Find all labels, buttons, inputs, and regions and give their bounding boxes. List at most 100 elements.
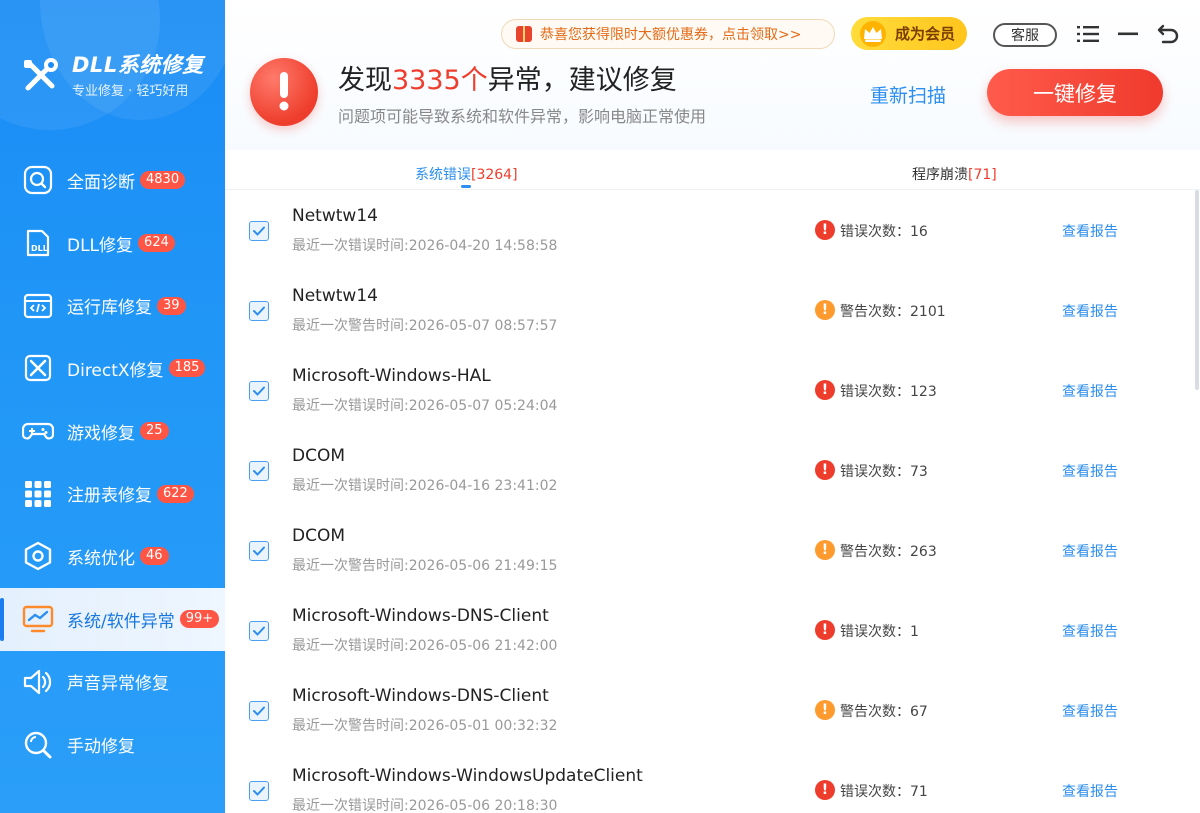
vip-label: 成为会员 [895, 25, 956, 43]
view-report-link[interactable]: 查看报告 [1062, 781, 1118, 801]
item-name: Microsoft-Windows-DNS-Client [292, 686, 549, 706]
count-badge: 99+ [179, 610, 220, 629]
svg-text:DLL: DLL [31, 244, 48, 253]
row-checkbox[interactable] [249, 301, 269, 321]
error-icon: ! [815, 780, 835, 800]
item-count: 错误次数：16 [840, 224, 928, 240]
view-report-link[interactable]: 查看报告 [1062, 621, 1118, 641]
sidebar-item-manual-repair[interactable]: 手动修复 [0, 713, 225, 776]
warning-icon: ! [815, 300, 835, 320]
count-badge: 4830 [140, 171, 186, 190]
hexagon-icon [22, 540, 54, 572]
list-item: Microsoft-Windows-DNS-Client 最近一次警告时间:20… [225, 670, 1195, 750]
sidebar-item-label: 系统/软件异常 [67, 611, 175, 632]
dll-file-icon: DLL [22, 227, 54, 259]
sidebar-item-registry-repair[interactable]: 注册表修复 622 [0, 462, 225, 525]
list-item: Microsoft-Windows-HAL 最近一次错误时间:2026-05-0… [225, 350, 1195, 430]
count-badge: 39 [157, 296, 186, 315]
tab-system-errors[interactable]: 系统错误[3264] [415, 164, 518, 188]
checkmark-icon [253, 466, 265, 476]
count-badge: 624 [138, 234, 175, 253]
magnifier-icon [22, 164, 54, 196]
menu-icon[interactable] [1076, 22, 1100, 46]
warning-icon: ! [815, 700, 835, 720]
list-item: Netwtw14 最近一次错误时间:2026-04-20 14:58:58 ! … [225, 190, 1195, 270]
list-item: Microsoft-Windows-DNS-Client 最近一次错误时间:20… [225, 590, 1195, 670]
checkmark-icon [253, 546, 265, 556]
view-report-link[interactable]: 查看报告 [1062, 221, 1118, 241]
warning-icon: ! [815, 540, 835, 560]
item-last-time: 最近一次错误时间:2026-04-20 14:58:58 [292, 238, 558, 254]
row-checkbox[interactable] [249, 381, 269, 401]
sidebar-item-directx-repair[interactable]: DirectX修复 185 [0, 337, 225, 400]
checkmark-icon [253, 386, 265, 396]
count-badge: 25 [140, 422, 169, 441]
sidebar-item-label: 游戏修复 [67, 423, 135, 444]
item-count: 警告次数：263 [840, 544, 937, 560]
view-report-link[interactable]: 查看报告 [1062, 301, 1118, 321]
rescan-button[interactable]: 重新扫描 [870, 81, 946, 108]
list-item: Netwtw14 最近一次警告时间:2026-05-07 08:57:57 ! … [225, 270, 1195, 350]
sidebar-item-label: DLL修复 [67, 235, 134, 256]
view-report-link[interactable]: 查看报告 [1062, 381, 1118, 401]
vip-button[interactable]: 成为会员 [851, 17, 967, 50]
sidebar-item-system-optimize[interactable]: 系统优化 46 [0, 525, 225, 588]
row-checkbox[interactable] [249, 541, 269, 561]
item-name: DCOM [292, 446, 346, 466]
sidebar-item-game-repair[interactable]: 游戏修复 25 [0, 400, 225, 463]
sidebar-item-label: 系统优化 [67, 548, 135, 569]
item-count: 错误次数：1 [840, 624, 919, 640]
error-icon: ! [815, 220, 835, 240]
summary-headline: 发现3335个异常，建议修复 [338, 58, 677, 97]
tab-count: [71] [968, 167, 997, 183]
sidebar-item-runtime-repair[interactable]: 运行库修复 39 [0, 274, 225, 337]
error-icon: ! [815, 460, 835, 480]
view-report-link[interactable]: 查看报告 [1062, 541, 1118, 561]
summary-suffix: 异常，建议修复 [487, 65, 677, 96]
app-subtitle: 专业修复 · 轻巧好用 [72, 84, 189, 99]
gamepad-icon [22, 415, 54, 447]
count-badge: 46 [140, 547, 169, 566]
row-checkbox[interactable] [249, 781, 269, 801]
item-count: 错误次数：73 [840, 464, 928, 480]
manual-search-icon [22, 729, 54, 761]
tab-program-crashes[interactable]: 程序崩溃[71] [912, 164, 997, 184]
checkmark-icon [253, 226, 265, 236]
row-checkbox[interactable] [249, 701, 269, 721]
sidebar-item-label: 注册表修复 [67, 486, 152, 507]
customer-service-button[interactable]: 客服 [993, 23, 1057, 47]
row-checkbox[interactable] [249, 221, 269, 241]
item-last-time: 最近一次错误时间:2026-04-16 23:41:02 [292, 478, 558, 494]
row-checkbox[interactable] [249, 621, 269, 641]
tab-bar: 系统错误[3264] 程序崩溃[71] [225, 150, 1200, 190]
minimize-icon[interactable] [1116, 22, 1140, 46]
summary-description: 问题项可能导致系统和软件异常，影响电脑正常使用 [338, 107, 707, 126]
item-count: 错误次数：123 [840, 384, 937, 400]
item-name: DCOM [292, 526, 346, 546]
item-name: Netwtw14 [292, 206, 378, 226]
sidebar-item-system-software-anomaly[interactable]: 系统/软件异常 99+ [0, 587, 225, 651]
error-icon: ! [815, 380, 835, 400]
checkmark-icon [253, 306, 265, 316]
sidebar-nav: 全面诊断 4830 DLL DLL修复 624 运行库修复 39 DirectX… [0, 149, 225, 776]
tab-label: 系统错误 [415, 167, 471, 183]
back-icon[interactable] [1156, 22, 1180, 46]
view-report-link[interactable]: 查看报告 [1062, 461, 1118, 481]
sidebar-item-dll-repair[interactable]: DLL DLL修复 624 [0, 212, 225, 275]
promo-banner[interactable]: 恭喜您获得限时大额优惠券，点击领取>> [501, 19, 835, 49]
sidebar-item-sound-repair[interactable]: 声音异常修复 [0, 651, 225, 714]
tab-label: 程序崩溃 [912, 167, 968, 183]
sidebar-item-label: 全面诊断 [67, 172, 135, 193]
view-report-link[interactable]: 查看报告 [1062, 701, 1118, 721]
one-click-fix-button[interactable]: 一键修复 [987, 69, 1163, 116]
monitor-chart-icon [22, 603, 54, 635]
item-count: 错误次数：71 [840, 784, 928, 800]
sidebar-item-full-diagnosis[interactable]: 全面诊断 4830 [0, 149, 225, 212]
checkmark-icon [253, 786, 265, 796]
row-checkbox[interactable] [249, 461, 269, 481]
error-icon: ! [815, 620, 835, 640]
app-title: DLL系统修复 [72, 53, 204, 77]
scrollbar[interactable] [1195, 190, 1199, 390]
list-item: DCOM 最近一次错误时间:2026-04-16 23:41:02 ! 错误次数… [225, 430, 1195, 510]
item-last-time: 最近一次错误时间:2026-05-06 20:18:30 [292, 798, 558, 813]
